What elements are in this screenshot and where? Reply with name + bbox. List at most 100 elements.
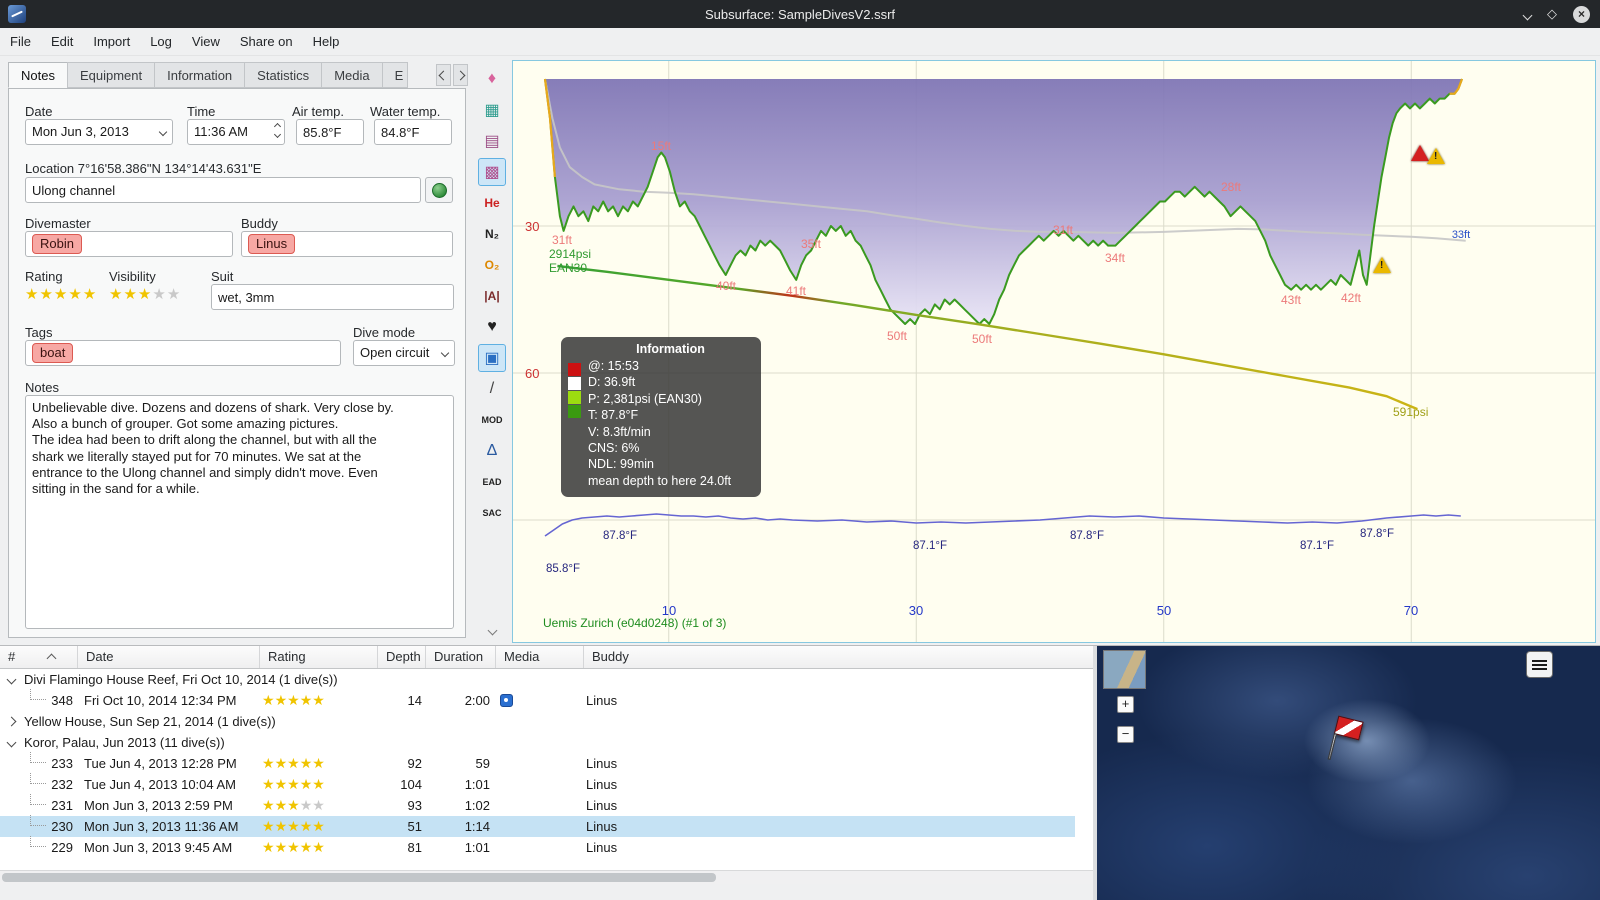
tab-scroll-left-icon[interactable] [436,64,451,86]
ead-toggle[interactable]: EAD [478,468,506,496]
map-menu-button[interactable] [1526,651,1553,678]
sac-toggle[interactable]: SAC [478,499,506,527]
dive-rating: ★★★★★ [262,839,325,855]
map-overview-thumbnail[interactable] [1103,650,1146,689]
dive-site-marker[interactable] [1324,715,1365,771]
tag-chip[interactable]: boat [32,343,74,363]
mod-toggle[interactable]: MOD [478,406,506,434]
tab-media[interactable]: Media [321,62,382,88]
tooltip-row: T: 87.8°F [588,408,639,423]
column-header-num[interactable]: # [0,646,78,668]
column-header-media[interactable]: Media [496,646,584,668]
tab-notes[interactable]: Notes [8,62,67,88]
date-select[interactable]: Mon Jun 3, 2013 [25,119,173,145]
dive-mode-select[interactable]: Open circuit [353,340,455,366]
menu-import[interactable]: Import [83,28,140,56]
dive-row[interactable]: 348 Fri Oct 10, 2014 12:34 PM ★★★★★ 14 2:00 L… [0,689,1075,711]
menu-view[interactable]: View [182,28,230,56]
time-stepper[interactable]: 11:36 AM [187,119,285,145]
warning-icon[interactable] [1373,257,1391,273]
trip-row[interactable]: Divi Flamingo House Reef, Fri Oct 10, 20… [0,669,1075,690]
map-location-button[interactable] [425,177,453,203]
map-zoom-in-button[interactable]: + [1117,696,1134,713]
dive-buddy: Linus [586,798,618,813]
n2-toggle[interactable]: N₂ [478,220,506,248]
visibility-stars[interactable]: ★★★★★ [109,285,181,303]
tissue-icon[interactable]: ▤ [478,127,506,155]
buddy-field[interactable]: Linus [241,231,453,257]
media-icon[interactable] [500,694,513,707]
scrollbar-handle[interactable] [2,873,716,882]
tab-scroll-right-icon[interactable] [453,64,468,86]
trip-label: Koror, Palau, Jun 2013 (11 dive(s)) [24,735,225,750]
column-header-buddy[interactable]: Buddy [584,646,884,668]
column-header-depth[interactable]: Depth [378,646,426,668]
buddy-tag[interactable]: Linus [248,234,296,254]
tooltip-rows: @: 15:53 D: 36.9ft P: 2,381psi (EAN30) T: 8… [588,358,753,489]
dive-date: Mon Jun 3, 2013 11:36 AM [84,819,239,834]
trip-row[interactable]: Yellow House, Sun Sep 21, 2014 (1 dive(s… [0,711,1075,732]
tooltip-row: D: 36.9ft [588,375,636,390]
divemaster-tag[interactable]: Robin [32,234,82,254]
o2-toggle[interactable]: O₂ [478,251,506,279]
water-temp-field[interactable] [374,119,452,145]
spin-down-icon[interactable] [273,130,282,139]
ruler-toggle[interactable]: / [478,375,506,403]
heart-rate-toggle[interactable]: ♥ [478,313,506,341]
tank-bar-toggle[interactable]: |A| [478,282,506,310]
air-temp-field[interactable] [296,119,364,145]
dive-rating: ★★★★★ [262,755,325,771]
expand-icon[interactable] [6,716,17,727]
dive-row[interactable]: 233 Tue Jun 4, 2013 12:28 PM ★★★★★ 92 59 Linu… [0,752,1075,774]
tags-field[interactable]: boat [25,340,341,366]
column-header-rating[interactable]: Rating [260,646,378,668]
divemaster-field[interactable]: Robin [25,231,233,257]
menu-log[interactable]: Log [140,28,182,56]
deco-toggle[interactable]: Δ [478,437,506,465]
column-header-date[interactable]: Date [78,646,260,668]
heatmap-icon[interactable]: ▩ [478,158,506,186]
map-zoom-out-button[interactable]: − [1117,726,1134,743]
notes-label: Notes [25,380,59,395]
menu-share-on[interactable]: Share on [230,28,303,56]
menu-file[interactable]: File [0,28,41,56]
dive-duration: 2:00 [464,693,490,708]
dive-row[interactable]: 232 Tue Jun 4, 2013 10:04 AM ★★★★★ 104 1:01 L… [0,773,1075,795]
tab-information[interactable]: Information [154,62,245,88]
collapse-icon[interactable] [6,674,17,685]
tab-statistics[interactable]: Statistics [244,62,322,88]
rating-stars[interactable]: ★★★★★ [25,285,97,303]
swimmer-icon[interactable]: ♦ [478,65,506,93]
ceiling-icon[interactable]: ▦ [478,96,506,124]
menu-help[interactable]: Help [303,28,350,56]
close-icon[interactable]: × [1573,5,1590,23]
he-toggle[interactable]: He [478,189,506,217]
dive-row[interactable]: 230 Mon Jun 3, 2013 11:36 AM ★★★★★ 51 1:14 Li… [0,815,1075,837]
location-field[interactable] [25,177,421,203]
svg-text:50: 50 [1157,603,1171,618]
dive-row[interactable]: 229 Mon Jun 3, 2013 9:45 AM ★★★★★ 81 1:01 Lin… [0,836,1075,858]
notes-field[interactable]: Unbelievable dive. Dozens and dozens of … [25,395,454,629]
horizontal-scrollbar[interactable] [0,870,1093,884]
collapse-icon[interactable] [6,737,17,748]
dive-depth: 81 [407,840,422,855]
column-header-duration[interactable]: Duration [426,646,496,668]
svg-text:50ft: 50ft [972,332,993,346]
trip-row[interactable]: Koror, Palau, Jun 2013 (11 dive(s)) [0,732,1075,753]
maximize-icon[interactable]: ◇ [1547,6,1557,22]
tab-equipment[interactable]: Equipment [66,62,155,88]
suit-field[interactable] [211,284,454,310]
dive-date: Mon Jun 3, 2013 2:59 PM [84,798,233,813]
spin-up-icon[interactable] [273,122,282,131]
menu-edit[interactable]: Edit [41,28,83,56]
minimize-icon[interactable] [1522,7,1533,22]
dive-row[interactable]: 231 Mon Jun 3, 2013 2:59 PM ★★★★★ 93 1:02 Lin… [0,794,1075,816]
dive-number: 233 [51,756,73,771]
dive-profile-chart[interactable]: 30 60 10 30 50 70 31ft 2914psi EAN30 15ft 40ft 41ft… [512,60,1596,643]
trip-label: Divi Flamingo House Reef, Fri Oct 10, 20… [24,672,338,687]
tab-e[interactable]: E [381,62,408,88]
warning-icon[interactable] [1427,148,1445,164]
title-bar[interactable]: Subsurface: SampleDivesV2.ssrf ◇ × [0,0,1600,28]
photos-toggle[interactable]: ▣ [478,344,506,372]
map-panel[interactable]: + − [1097,646,1600,900]
